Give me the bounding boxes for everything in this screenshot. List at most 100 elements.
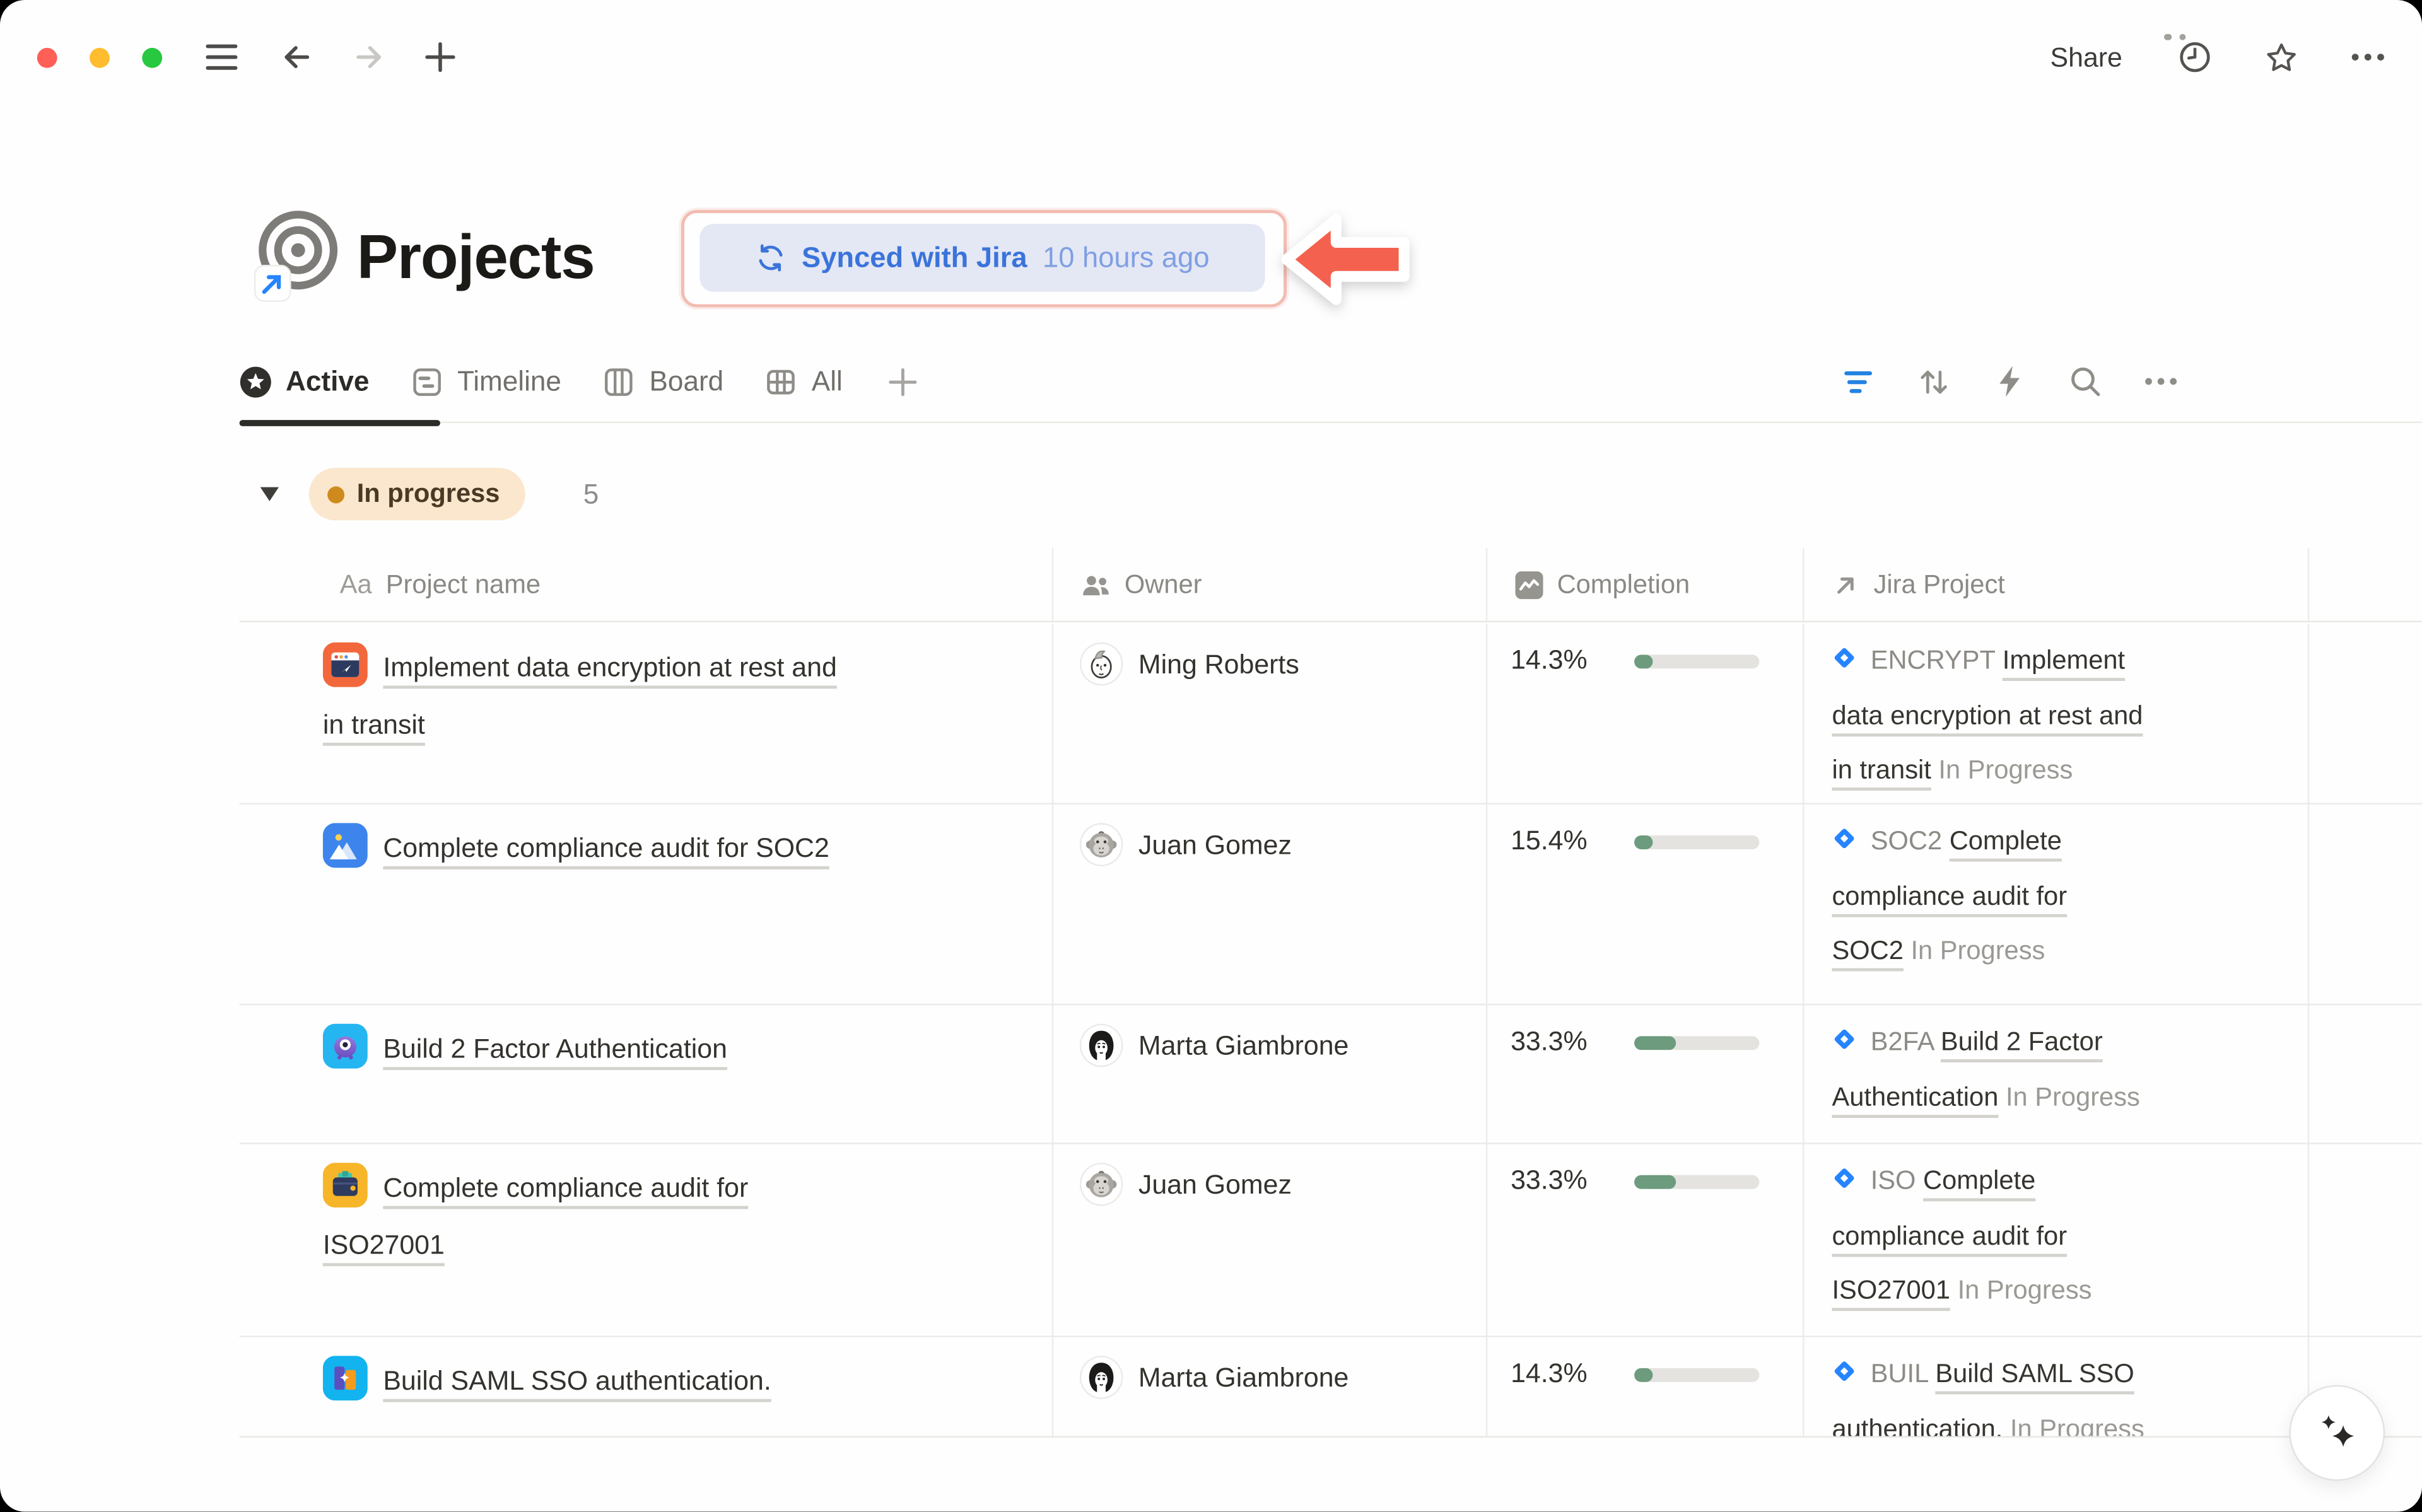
marta-giambrone-avatar [1081,1025,1121,1066]
annotation-highlight-box: Synced with Jira 10 hours ago [681,210,1287,307]
completion-value: 33.3% [1511,1165,1608,1197]
project-name-cell[interactable]: Complete compliance audit forISO27001 [240,1144,1054,1336]
people-icon [1081,571,1111,598]
tab-all[interactable]: All [765,365,842,397]
project-name-link[interactable]: Complete compliance audit for SOC2 [383,832,829,863]
table-row: Complete compliance audit forISO27001 Ju… [240,1144,2422,1337]
filter-icon[interactable] [1841,364,1875,398]
share-button[interactable]: Share [2051,41,2122,73]
progress-bar [1634,835,1759,849]
empty-cell [2309,805,2422,1004]
view-tabs-bar: Active Timeline Board All [240,341,2422,423]
table-row: Complete compliance audit for SOC2 Juan … [240,805,2422,1005]
tab-active[interactable]: Active [240,365,370,397]
browser-send-icon [323,643,368,687]
favorite-star-icon[interactable] [2264,40,2298,74]
completion-cell: 14.3% [1487,624,1804,803]
jira-project-link[interactable]: B2FA Build 2 FactorAuthentication In Pro… [1832,1027,2139,1111]
project-name-cell[interactable]: Implement data encryption at rest andin … [240,624,1054,803]
window-topbar: Share [0,0,2422,114]
hamburger-menu-icon[interactable] [204,40,238,74]
jira-sync-button[interactable]: Synced with Jira 10 hours ago [699,224,1265,292]
completion-value: 14.3% [1511,644,1608,676]
jira-project-cell[interactable]: SOC2 Completecompliance audit forSOC2 In… [1804,805,2309,1004]
add-view-plus-icon[interactable] [887,365,920,397]
view-more-icon[interactable] [2144,364,2178,398]
table-icon [765,365,797,397]
project-name-link[interactable]: Implement data encryption at rest andin … [323,651,837,738]
sparkles-icon [2309,1405,2365,1461]
jira-project-link[interactable]: ISO Completecompliance audit forISO27001… [1832,1166,2091,1305]
jira-project-cell[interactable]: BUIL Build SAML SSOauthentication. In Pr… [1804,1337,2309,1438]
progress-bar-fill [1634,835,1653,849]
jira-project-cell[interactable]: B2FA Build 2 FactorAuthentication In Pro… [1804,1005,2309,1143]
completion-cell: 33.3% [1487,1144,1804,1336]
progress-bar [1634,1175,1759,1189]
project-name-cell[interactable]: Build SAML SSO authentication. [240,1337,1054,1438]
timeline-icon [411,365,443,397]
completion-cell: 15.4% [1487,805,1804,1004]
jira-project-link[interactable]: SOC2 Completecompliance audit forSOC2 In… [1832,826,2067,965]
group-count: 5 [583,478,599,510]
window-controls [37,47,162,67]
progress-bar [1634,654,1759,668]
minimize-button[interactable] [90,47,110,67]
jira-project-cell[interactable]: ISO Completecompliance audit forISO27001… [1804,1144,2309,1336]
ai-sparkle-button[interactable] [2289,1385,2385,1481]
group-collapse-triangle-icon[interactable] [258,485,281,503]
owner-cell[interactable]: Ming Roberts [1053,624,1487,803]
back-icon[interactable] [279,40,313,74]
sync-time: 10 hours ago [1043,241,1210,275]
arrow-up-right-icon [1832,571,1859,598]
completion-value: 14.3% [1511,1358,1608,1390]
progress-bar-fill [1634,1368,1653,1382]
owner-cell[interactable]: Juan Gomez [1053,1144,1487,1336]
more-options-icon[interactable] [2351,40,2385,74]
door-blocks-icon [323,1356,368,1400]
jira-project-link[interactable]: BUIL Build SAML SSOauthentication. In Pr… [1832,1359,2144,1438]
owner-name: Marta Giambrone [1138,1025,1348,1067]
page-title[interactable]: Projects [357,213,595,303]
jira-project-cell[interactable]: ENCRYPT Implementdata encryption at rest… [1804,624,2309,803]
project-name-link[interactable]: Complete compliance audit forISO27001 [323,1172,748,1259]
progress-bar [1634,1036,1759,1050]
completion-value: 33.3% [1511,1025,1608,1057]
table-row: Build 2 Factor Authentication Marta Giam… [240,1005,2422,1144]
jira-diamond-icon [1832,1359,1856,1383]
jira-diamond-icon [1832,1027,1856,1052]
tab-board[interactable]: Board [603,365,723,397]
new-tab-plus-icon[interactable] [423,40,457,74]
column-header-jira-project[interactable]: Jira Project [1804,548,2309,620]
project-name-cell[interactable]: Complete compliance audit for SOC2 [240,805,1054,1004]
owner-cell[interactable]: Juan Gomez [1053,805,1487,1004]
table-more-icon[interactable] [2164,21,2210,52]
completion-value: 15.4% [1511,825,1608,857]
project-name-link[interactable]: Build SAML SSO authentication. [383,1365,771,1396]
zoom-button[interactable] [142,47,162,67]
tab-timeline[interactable]: Timeline [411,365,561,397]
automation-lightning-icon[interactable] [1992,364,2027,398]
jira-diamond-icon [1832,646,1856,670]
owner-name: Juan Gomez [1138,1165,1292,1206]
annotation-arrow-icon [1277,209,1413,311]
column-header-project-name[interactable]: Aa Project name [240,548,1054,620]
forward-icon[interactable] [352,40,386,74]
jira-project-link[interactable]: ENCRYPT Implementdata encryption at rest… [1832,646,2143,784]
column-header-completion[interactable]: Completion [1487,548,1804,620]
project-name-link[interactable]: Build 2 Factor Authentication [383,1033,727,1064]
search-icon[interactable] [2068,364,2102,398]
project-name-cell[interactable]: Build 2 Factor Authentication [240,1005,1054,1143]
mountains-icon [323,823,368,868]
sync-label: Synced with Jira [802,241,1027,275]
owner-cell[interactable]: Marta Giambrone [1053,1337,1487,1438]
column-header-owner[interactable]: Owner [1053,548,1487,620]
close-button[interactable] [37,47,57,67]
sort-icon[interactable] [1917,364,1951,398]
page-icon[interactable] [252,207,341,303]
empty-cell [2309,1005,2422,1143]
owner-cell[interactable]: Marta Giambrone [1053,1005,1487,1143]
table-row: Build SAML SSO authentication. Marta Gia… [240,1337,2422,1438]
table-body: Implement data encryption at rest andin … [240,624,2422,1438]
jira-diamond-icon [1832,1166,1856,1190]
group-status-badge[interactable]: In progress [309,468,525,520]
